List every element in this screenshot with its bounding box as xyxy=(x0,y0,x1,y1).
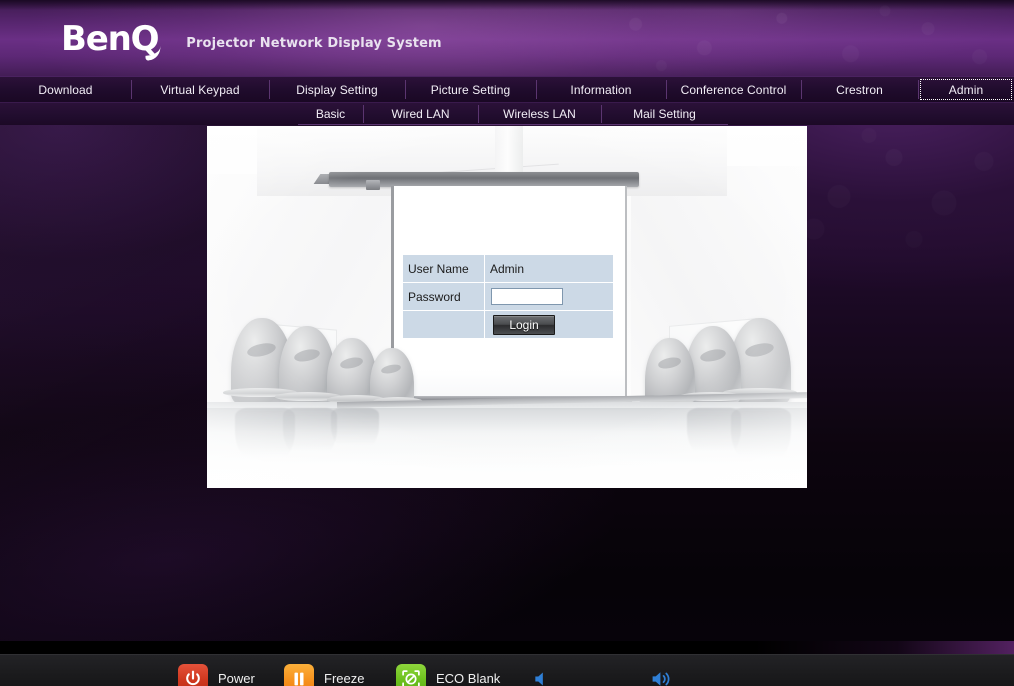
eco-blank-button[interactable]: ECO Blank xyxy=(396,663,501,686)
password-input[interactable] xyxy=(491,288,563,305)
password-cell xyxy=(484,282,614,311)
navigation: Download Virtual Keypad Display Setting Pic… xyxy=(0,76,1014,125)
benq-logo-text: BenQ xyxy=(61,19,160,59)
header-tagline: Projector Network Display System xyxy=(186,36,442,51)
sub-tab-bar: Basic Wired LAN Wireless LAN Mail Setting xyxy=(0,102,1014,125)
subtab-mail-setting[interactable]: Mail Setting xyxy=(601,103,728,125)
volume-up-icon[interactable] xyxy=(646,664,680,686)
freeze-label: Freeze xyxy=(324,671,365,686)
tab-download[interactable]: Download xyxy=(0,77,131,102)
tab-display-setting[interactable]: Display Setting xyxy=(269,77,405,102)
tab-label: Picture Setting xyxy=(430,82,511,97)
subtab-label: Basic xyxy=(315,107,346,121)
tab-label: Display Setting xyxy=(296,82,378,97)
eco-blank-label: ECO Blank xyxy=(436,671,501,686)
subtab-wired-lan[interactable]: Wired LAN xyxy=(363,103,478,125)
tab-label: Information xyxy=(570,82,632,97)
page-body: User Name Admin Password Login xyxy=(0,125,1014,641)
subtab-basic[interactable]: Basic xyxy=(298,103,363,125)
content-panel: User Name Admin Password Login xyxy=(207,126,807,488)
username-label: User Name xyxy=(402,254,485,283)
main-tab-bar: Download Virtual Keypad Display Setting Pic… xyxy=(0,76,1014,102)
brand: BenQ Projector Network Display System xyxy=(61,19,442,61)
submit-spacer-cell xyxy=(402,310,485,339)
volume-down-icon[interactable] xyxy=(525,664,559,686)
subtab-wireless-lan[interactable]: Wireless LAN xyxy=(478,103,601,125)
tab-admin[interactable]: Admin xyxy=(918,77,1014,102)
tab-label: Download xyxy=(38,82,93,97)
tab-label: Virtual Keypad xyxy=(160,82,240,97)
photo-projector-lens xyxy=(366,180,380,190)
tab-information[interactable]: Information xyxy=(536,77,666,102)
subtab-label: Mail Setting xyxy=(633,107,696,121)
tab-picture-setting[interactable]: Picture Setting xyxy=(405,77,536,102)
eco-blank-icon xyxy=(396,663,426,686)
benq-logo: BenQ xyxy=(61,19,162,61)
subtab-label: Wireless LAN xyxy=(503,107,576,121)
pause-icon xyxy=(284,663,314,686)
tab-virtual-keypad[interactable]: Virtual Keypad xyxy=(131,77,269,102)
submit-cell: Login xyxy=(484,310,614,339)
power-button[interactable]: Power xyxy=(178,663,255,686)
benq-logo-swash xyxy=(144,45,162,61)
tab-crestron[interactable]: Crestron xyxy=(801,77,918,102)
table-row-password: Password xyxy=(402,282,614,311)
tab-label: Admin xyxy=(948,82,984,97)
power-icon xyxy=(178,663,208,686)
table-row-username: User Name Admin xyxy=(402,254,614,283)
footer-toolbar: Power Freeze ECO Blank xyxy=(0,654,1014,686)
control-footer: Power Freeze ECO Blank xyxy=(0,641,1014,686)
page-header: BenQ Projector Network Display System xyxy=(0,0,1014,76)
password-label: Password xyxy=(402,282,485,311)
subtab-label: Wired LAN xyxy=(391,107,450,121)
power-label: Power xyxy=(218,671,255,686)
tab-label: Crestron xyxy=(836,82,883,97)
footer-glow xyxy=(754,641,1014,655)
login-button[interactable]: Login xyxy=(493,314,555,335)
username-value: Admin xyxy=(484,254,614,283)
admin-login-form: User Name Admin Password Login xyxy=(402,254,614,339)
freeze-button[interactable]: Freeze xyxy=(284,663,365,686)
benq-projector-web-ui: BenQ Projector Network Display System Do… xyxy=(0,0,1014,686)
table-row-submit: Login xyxy=(402,310,614,339)
tab-label: Conference Control xyxy=(680,82,787,97)
tab-conference-control[interactable]: Conference Control xyxy=(666,77,801,102)
